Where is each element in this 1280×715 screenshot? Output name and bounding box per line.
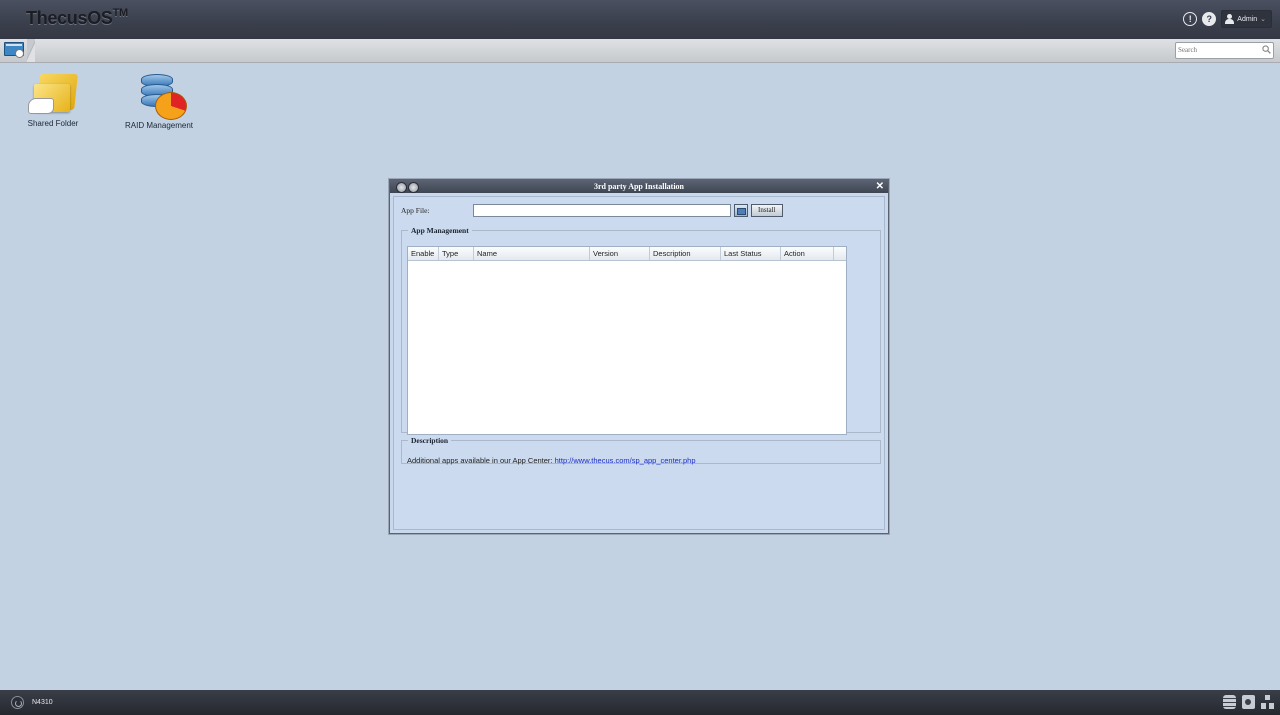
column-header-type[interactable]: Type	[439, 247, 474, 260]
brand-logo: ThecusOSTM	[26, 7, 128, 28]
close-icon[interactable]: ✕	[876, 180, 884, 193]
desktop-icon-raid-management[interactable]: RAID Management	[119, 72, 199, 130]
search-icon[interactable]	[1262, 45, 1271, 54]
raid-management-icon	[133, 72, 187, 120]
browse-file-button[interactable]	[734, 204, 748, 217]
app-center-link[interactable]: http://www.thecus.com/sp_app_center.php	[555, 456, 696, 465]
app-file-input[interactable]	[473, 204, 731, 217]
shared-folder-icon	[28, 72, 78, 116]
network-icon[interactable]	[1261, 695, 1274, 709]
column-header-filler	[834, 247, 846, 260]
search-box[interactable]	[1175, 42, 1274, 59]
app-management-grid: Enable Type Name Version Description Las…	[407, 246, 847, 435]
top-header: ThecusOSTM ! ? Admin ⌄	[0, 0, 1280, 39]
column-header-name[interactable]: Name	[474, 247, 590, 260]
description-fieldset: Description Additional apps available in…	[401, 436, 881, 465]
description-text: Additional apps available in our App Cen…	[407, 456, 696, 465]
column-header-version[interactable]: Version	[590, 247, 650, 260]
desktop-icon-label: RAID Management	[124, 121, 194, 130]
maximize-button[interactable]	[408, 182, 419, 193]
tab-separator	[27, 39, 35, 62]
notification-icon[interactable]: !	[1183, 12, 1198, 26]
user-name: Admin	[1237, 15, 1258, 23]
column-header-description[interactable]: Description	[650, 247, 721, 260]
install-button[interactable]: Install	[751, 204, 783, 217]
power-icon[interactable]	[11, 696, 24, 709]
chevron-down-icon: ⌄	[1260, 16, 1266, 23]
device-model: N4310	[32, 699, 53, 706]
storage-icon[interactable]	[1223, 695, 1236, 709]
column-header-action[interactable]: Action	[781, 247, 834, 260]
column-header-last-status[interactable]: Last Status	[721, 247, 781, 260]
user-menu-button[interactable]: Admin ⌄	[1221, 10, 1272, 28]
help-icon[interactable]: ?	[1202, 12, 1217, 26]
app-file-label: App File:	[401, 206, 430, 215]
desktop-icon-shared-folder[interactable]: Shared Folder	[13, 72, 93, 128]
minimize-button[interactable]	[396, 182, 407, 193]
app-file-row: App File: Install	[401, 204, 783, 217]
desktop-toolbar	[0, 39, 1280, 63]
taskbar: N4310	[0, 690, 1280, 715]
grid-header: Enable Type Name Version Description Las…	[408, 247, 846, 261]
user-icon	[1225, 14, 1235, 24]
show-desktop-icon[interactable]	[4, 41, 24, 58]
description-legend: Description	[411, 436, 449, 445]
app-management-legend: App Management	[411, 226, 469, 235]
app-installation-dialog: 3rd party App Installation ✕ App File: I…	[389, 179, 889, 534]
dialog-titlebar[interactable]: 3rd party App Installation ✕	[390, 180, 888, 193]
dialog-body: App File: Install App Management Enable …	[393, 196, 885, 530]
disk-icon[interactable]	[1242, 695, 1255, 709]
desktop-icon-label: Shared Folder	[27, 119, 79, 128]
dialog-title: 3rd party App Installation	[593, 182, 685, 191]
column-header-enable[interactable]: Enable	[408, 247, 439, 260]
search-input[interactable]	[1178, 43, 1258, 56]
app-management-fieldset: App Management Enable Type Name Version …	[401, 226, 881, 435]
